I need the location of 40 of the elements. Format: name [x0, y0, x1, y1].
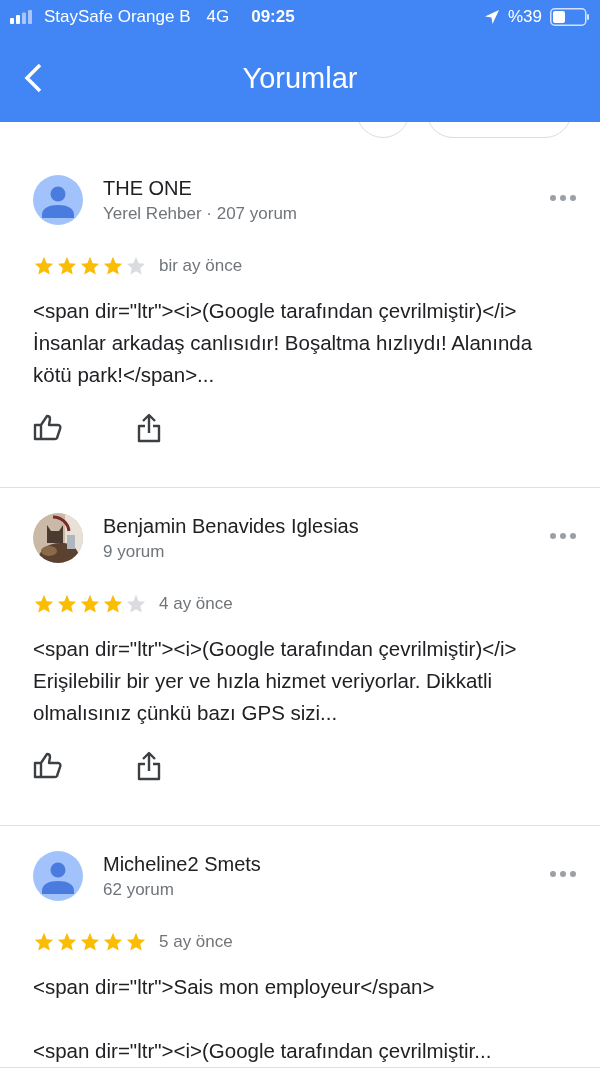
star-icon [79, 931, 101, 953]
clock-time: 09:25 [251, 7, 295, 27]
carrier-name: StaySafe Orange B [44, 7, 191, 27]
review-date: 5 ay önce [159, 932, 233, 952]
star-icon [79, 255, 101, 277]
star-icon [33, 255, 55, 277]
review-date: 4 ay önce [159, 594, 233, 614]
star-icon [102, 255, 124, 277]
reviewer-meta: 62 yorum [103, 880, 175, 900]
star-icon [125, 255, 147, 277]
star-icon [79, 593, 101, 615]
reviewer-name[interactable]: THE ONE [103, 177, 530, 200]
review-date: bir ay önce [159, 256, 243, 276]
location-arrow-icon [483, 9, 500, 25]
thumbs-up-icon[interactable] [33, 413, 63, 443]
avatar-icon [33, 851, 83, 901]
battery-icon [550, 8, 590, 26]
star-icon [102, 931, 124, 953]
star-icon [102, 593, 124, 615]
review-text: <span dir="ltr"><i>(Google tarafından çevrilmiştir)</i> Erişilebilir bir yer ve hızla hizmet veriyorlar. Dikkatli olmalısınız çünkü bazı GPS sizi... [33, 636, 518, 726]
star-icon [56, 931, 78, 953]
reviewer-meta: Yerel Rehber · 207 yorum [103, 204, 299, 224]
reviewer-meta: 9 yorum [103, 542, 166, 562]
star-icon [125, 593, 147, 615]
avatar-icon [33, 175, 83, 225]
star-icon [33, 593, 55, 615]
star-icon [33, 931, 55, 953]
star-icon [56, 593, 78, 615]
review-text: <span dir="ltr"><i>(Google tarafından çevrilmiştir)</i> İnsanlar arkadaş canlısıdır! Boşaltma hızlıydı! Alanında kötü park!</span>... [33, 298, 534, 388]
star-icon [125, 931, 147, 953]
battery-percent: %39 [507, 7, 542, 27]
thumbs-up-icon[interactable] [33, 751, 63, 781]
network-type: 4G [206, 7, 230, 27]
share-icon[interactable] [137, 413, 161, 443]
reviewer-name[interactable]: Benjamin Benavides Iglesias [103, 515, 530, 538]
reviewer-name[interactable]: Micheline2 Smets [103, 853, 530, 876]
star-icon [56, 255, 78, 277]
page-title: Yorumlar [242, 61, 358, 95]
review-text: <span dir="ltr">Sais mon employeur</span> <span dir="ltr"><i>(Google tarafından çevrilmiştir... [33, 974, 493, 1064]
share-icon[interactable] [137, 751, 161, 781]
